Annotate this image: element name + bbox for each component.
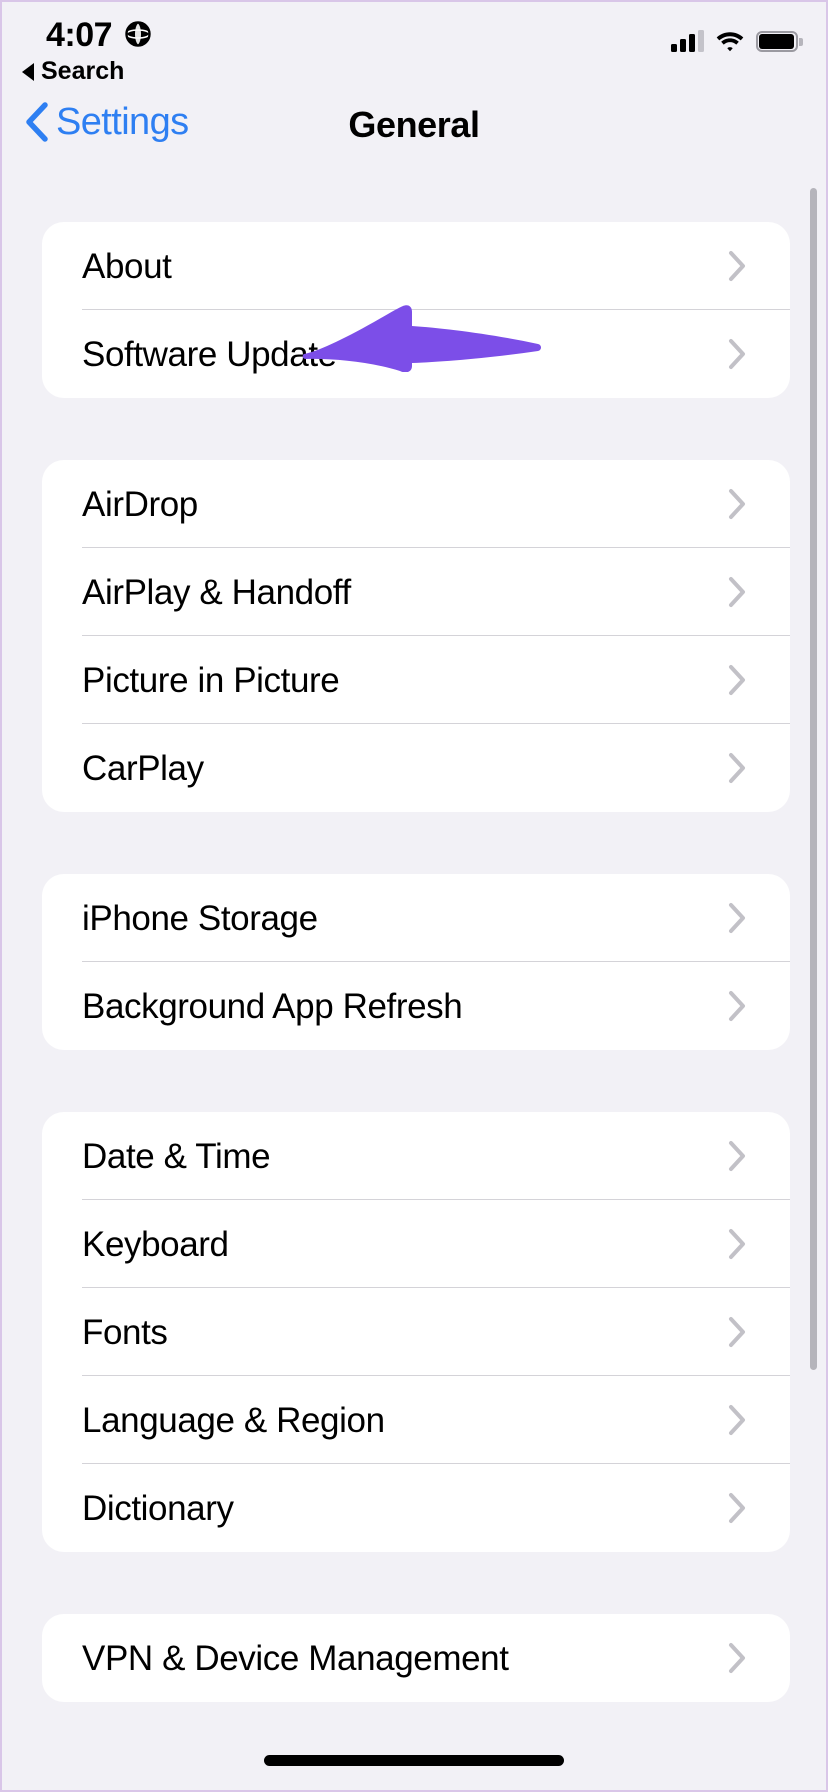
chevron-right-icon — [729, 1229, 745, 1259]
chevron-right-icon — [729, 251, 745, 281]
navigation-bar: Settings General — [2, 94, 826, 166]
home-indicator — [264, 1755, 564, 1766]
chevron-right-icon — [729, 991, 745, 1021]
settings-row-date-time[interactable]: Date & Time — [42, 1112, 790, 1200]
status-time: 4:07 — [46, 16, 113, 54]
status-icons-group — [671, 24, 803, 52]
settings-row-label: VPN & Device Management — [82, 1638, 509, 1678]
cellular-signal-icon — [671, 30, 704, 52]
settings-list: About Software Update AirDrop AirPlay & Han… — [2, 188, 826, 1790]
status-bar: 4:07 — [2, 2, 826, 64]
settings-row-airplay-handoff[interactable]: AirPlay & Handoff — [42, 548, 790, 636]
settings-row-airdrop[interactable]: AirDrop — [42, 460, 790, 548]
chevron-right-icon — [729, 1643, 745, 1673]
settings-group: About Software Update — [42, 222, 790, 398]
settings-group: AirDrop AirPlay & Handoff Picture in Pictu… — [42, 460, 790, 812]
settings-row-label: About — [82, 246, 172, 286]
wifi-icon — [716, 32, 744, 52]
page-title: General — [348, 104, 480, 145]
settings-row-iphone-storage[interactable]: iPhone Storage — [42, 874, 790, 962]
chevron-right-icon — [729, 1493, 745, 1523]
chevron-right-icon — [729, 903, 745, 933]
chevron-right-icon — [729, 753, 745, 783]
chevron-right-icon — [729, 489, 745, 519]
settings-row-picture-in-picture[interactable]: Picture in Picture — [42, 636, 790, 724]
settings-group: iPhone Storage Background App Refresh — [42, 874, 790, 1050]
chevron-right-icon — [729, 665, 745, 695]
battery-full-icon — [756, 31, 803, 52]
settings-row-language-region[interactable]: Language & Region — [42, 1376, 790, 1464]
iphone-screen: 4:07 Search Settings General About Softw… — [0, 0, 828, 1792]
settings-row-label: Background App Refresh — [82, 986, 463, 1026]
settings-row-label: iPhone Storage — [82, 898, 318, 938]
settings-row-software-update[interactable]: Software Update — [42, 310, 790, 398]
settings-row-label: CarPlay — [82, 748, 204, 788]
settings-row-about[interactable]: About — [42, 222, 790, 310]
settings-row-fonts[interactable]: Fonts — [42, 1288, 790, 1376]
settings-row-keyboard[interactable]: Keyboard — [42, 1200, 790, 1288]
back-triangle-icon — [22, 62, 34, 81]
vertical-scrollbar[interactable] — [810, 188, 817, 1370]
back-to-search-button[interactable]: Search — [22, 57, 124, 86]
back-to-search-label: Search — [41, 57, 125, 85]
settings-group: VPN & Device Management — [42, 1614, 790, 1702]
chevron-right-icon — [729, 577, 745, 607]
settings-row-label: Keyboard — [82, 1224, 229, 1264]
chevron-right-icon — [729, 1405, 745, 1435]
settings-row-label: AirPlay & Handoff — [82, 572, 351, 612]
settings-group: Date & Time Keyboard Fonts Language & Regio… — [42, 1112, 790, 1552]
settings-row-background-app-refresh[interactable]: Background App Refresh — [42, 962, 790, 1050]
settings-row-label: Fonts — [82, 1312, 168, 1352]
settings-row-dictionary[interactable]: Dictionary — [42, 1464, 790, 1552]
chevron-right-icon — [729, 1141, 745, 1171]
chevron-right-icon — [729, 339, 745, 369]
settings-row-label: AirDrop — [82, 484, 198, 524]
settings-row-label: Language & Region — [82, 1400, 385, 1440]
settings-row-carplay[interactable]: CarPlay — [42, 724, 790, 812]
settings-row-label: Picture in Picture — [82, 660, 340, 700]
chevron-right-icon — [729, 1317, 745, 1347]
settings-row-label: Dictionary — [82, 1488, 234, 1528]
globe-icon — [125, 21, 151, 47]
settings-row-vpn-device-management[interactable]: VPN & Device Management — [42, 1614, 790, 1702]
settings-row-label: Software Update — [82, 334, 337, 374]
settings-row-label: Date & Time — [82, 1136, 271, 1176]
